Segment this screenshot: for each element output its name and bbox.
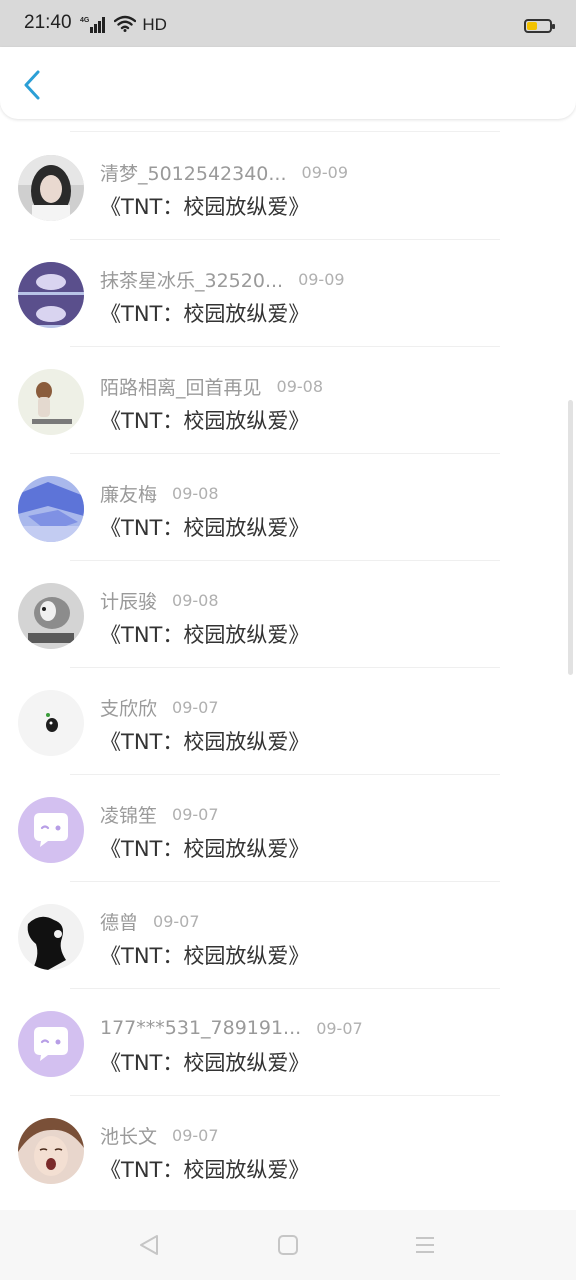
item-meta: 陌路相离_回首再见 09-08 — [100, 373, 323, 399]
avatar[interactable] — [18, 690, 84, 756]
item-meta: 德曾 09-07 — [100, 908, 200, 934]
username[interactable]: 池长文 — [100, 1122, 157, 1149]
home-square-icon — [278, 1235, 298, 1255]
nav-bar — [0, 1210, 576, 1280]
scrollbar[interactable] — [568, 400, 573, 675]
username[interactable]: 德曾 — [100, 908, 138, 935]
list-item[interactable]: 廉友梅 09-08 《TNT：校园放纵爱》 — [0, 454, 576, 561]
username[interactable]: 陌路相离_回首再见 — [100, 373, 262, 400]
book-title[interactable]: 《TNT：校园放纵爱》 — [100, 405, 309, 435]
item-meta: 177***531_789191... 09-07 — [100, 1015, 363, 1041]
date: 09-07 — [153, 911, 200, 931]
item-meta: 廉友梅 09-08 — [100, 480, 219, 506]
list-item[interactable]: 支欣欣 09-07 《TNT：校园放纵爱》 — [0, 668, 576, 775]
list-item[interactable]: 池长文 09-07 《TNT：校园放纵爱》 — [0, 1096, 576, 1203]
date: 09-07 — [172, 804, 219, 824]
date: 09-07 — [316, 1018, 363, 1038]
status-icons: 4G HD — [80, 15, 167, 36]
nav-back-button[interactable] — [134, 1230, 164, 1260]
status-time: 21:40 — [24, 12, 72, 33]
book-title[interactable]: 《TNT：校园放纵爱》 — [100, 940, 309, 970]
book-title[interactable]: 《TNT：校园放纵爱》 — [100, 833, 309, 863]
battery-icon — [524, 19, 555, 33]
avatar[interactable] — [18, 369, 84, 435]
avatar[interactable] — [18, 155, 84, 221]
username[interactable]: 清梦_5012542340... — [100, 159, 287, 186]
nav-home-button[interactable] — [273, 1230, 303, 1260]
list-item[interactable]: 德曾 09-07 《TNT：校园放纵爱》 — [0, 882, 576, 989]
nav-menu-button[interactable] — [410, 1230, 440, 1260]
username[interactable]: 凌锦笙 — [100, 801, 157, 828]
book-title[interactable]: 《TNT：校园放纵爱》 — [100, 298, 309, 328]
item-meta: 抹茶星冰乐_32520... 09-09 — [100, 266, 345, 292]
list-item[interactable]: 凌锦笙 09-07 《TNT：校园放纵爱》 — [0, 775, 576, 882]
header — [0, 47, 576, 119]
date: 09-07 — [172, 697, 219, 717]
username[interactable]: 廉友梅 — [100, 480, 157, 507]
date: 09-09 — [298, 269, 345, 289]
avatar[interactable] — [18, 797, 84, 863]
screen: 21:40 4G HD 清梦_5012542340... 09-09 《TNT：… — [0, 0, 576, 1280]
username[interactable]: 177***531_789191... — [100, 1017, 301, 1039]
signal-icon: 4G — [80, 17, 106, 33]
book-title[interactable]: 《TNT：校园放纵爱》 — [100, 619, 309, 649]
item-meta: 池长文 09-07 — [100, 1122, 219, 1148]
item-meta: 清梦_5012542340... 09-09 — [100, 159, 348, 185]
battery-level — [527, 22, 537, 30]
list-item[interactable]: 清梦_5012542340... 09-09 《TNT：校园放纵爱》 — [0, 133, 576, 240]
date: 09-08 — [276, 376, 324, 396]
wifi-icon — [114, 15, 137, 36]
menu-lines-icon — [416, 1237, 434, 1253]
avatar[interactable] — [18, 476, 84, 542]
username[interactable]: 抹茶星冰乐_32520... — [100, 266, 283, 293]
list-item[interactable]: 计辰骏 09-08 《TNT：校园放纵爱》 — [0, 561, 576, 668]
date: 09-08 — [172, 483, 219, 503]
list-item[interactable]: 抹茶星冰乐_32520... 09-09 《TNT：校园放纵爱》 — [0, 240, 576, 347]
item-meta: 支欣欣 09-07 — [100, 694, 219, 720]
divider — [70, 131, 500, 132]
date: 09-07 — [172, 1125, 219, 1145]
hd-label: HD — [142, 15, 167, 34]
book-title[interactable]: 《TNT：校园放纵爱》 — [100, 1047, 309, 1077]
back-button[interactable] — [14, 67, 50, 103]
avatar[interactable] — [18, 1011, 84, 1077]
book-title[interactable]: 《TNT：校园放纵爱》 — [100, 726, 309, 756]
avatar[interactable] — [18, 262, 84, 328]
book-title[interactable]: 《TNT：校园放纵爱》 — [100, 1154, 309, 1184]
username[interactable]: 计辰骏 — [100, 587, 157, 614]
network-label: 4G — [80, 17, 90, 24]
avatar[interactable] — [18, 1118, 84, 1184]
username[interactable]: 支欣欣 — [100, 694, 157, 721]
book-title[interactable]: 《TNT：校园放纵爱》 — [100, 512, 309, 542]
chevron-left-icon — [24, 70, 40, 100]
avatar[interactable] — [18, 904, 84, 970]
date: 09-09 — [301, 162, 349, 182]
avatar[interactable] — [18, 583, 84, 649]
item-meta: 凌锦笙 09-07 — [100, 801, 219, 827]
list-item[interactable]: 177***531_789191... 09-07 《TNT：校园放纵爱》 — [0, 989, 576, 1096]
book-title[interactable]: 《TNT：校园放纵爱》 — [100, 191, 309, 221]
date: 09-08 — [172, 590, 219, 610]
list-item[interactable]: 陌路相离_回首再见 09-08 《TNT：校园放纵爱》 — [0, 347, 576, 454]
back-triangle-icon — [140, 1235, 158, 1255]
status-bar: 21:40 4G HD — [0, 0, 576, 47]
item-meta: 计辰骏 09-08 — [100, 587, 219, 613]
